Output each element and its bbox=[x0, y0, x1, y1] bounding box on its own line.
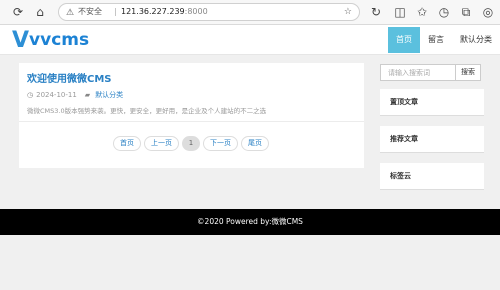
post-meta: ◷ 2024-10-11 ▰ 默认分类 bbox=[27, 90, 123, 100]
url-host: 121.36.227.239 bbox=[121, 7, 185, 16]
url-port: :8000 bbox=[184, 7, 208, 16]
sidebar-section-title: 推荐文章 bbox=[390, 135, 418, 143]
sidebar-section-title: 置顶文章 bbox=[390, 98, 418, 106]
sidebar-search: 搜索 bbox=[380, 64, 481, 81]
nav-item-default-category[interactable]: 默认分类 bbox=[452, 27, 500, 53]
pagination-last[interactable]: 尾页 bbox=[241, 136, 269, 151]
main-nav: 首页 留言 默认分类 bbox=[388, 25, 500, 55]
address-separator: | bbox=[114, 7, 117, 16]
post-title[interactable]: 欢迎使用微微CMS bbox=[27, 70, 112, 85]
logo-v-mark-icon: V bbox=[12, 27, 29, 53]
search-input[interactable] bbox=[380, 64, 456, 81]
post-date: 2024-10-11 bbox=[36, 91, 77, 99]
pagination-prev[interactable]: 上一页 bbox=[144, 136, 179, 151]
logo-text: vvcms bbox=[29, 30, 90, 50]
sidebar-section-title: 标签云 bbox=[390, 172, 411, 180]
article-list-card: 欢迎使用微微CMS ◷ 2024-10-11 ▰ 默认分类 微微CMS3.0版本… bbox=[19, 63, 364, 168]
collections-star-icon[interactable]: ✩ bbox=[414, 4, 430, 20]
post-excerpt: 微微CMS3.0版本强势来袭。更快，更安全，更好用，是企业及个人建站的不二之选 bbox=[27, 107, 267, 115]
home-icon[interactable]: ⌂ bbox=[32, 4, 48, 20]
address-bar[interactable]: ⚠ 不安全 | 121.36.227.239:8000 ☆ bbox=[58, 3, 360, 21]
pagination-first[interactable]: 首页 bbox=[113, 136, 141, 151]
pagination-current[interactable]: 1 bbox=[182, 136, 200, 151]
favorite-star-icon[interactable]: ☆ bbox=[344, 4, 352, 20]
pagination: 首页 上一页 1 下一页 尾页 bbox=[113, 136, 272, 151]
sidebar-section-tag-cloud: 标签云 bbox=[380, 163, 484, 190]
sidebar-section-recommended: 推荐文章 bbox=[380, 126, 484, 153]
sidebar-section-top-posts: 置顶文章 bbox=[380, 89, 484, 116]
divider bbox=[19, 121, 364, 122]
nav-item-home[interactable]: 首页 bbox=[388, 27, 420, 53]
extensions-icon[interactable]: ⧉ bbox=[458, 4, 474, 20]
nav-item-guestbook[interactable]: 留言 bbox=[420, 27, 452, 53]
site-footer: ©2020 Powered by:微微CMS bbox=[0, 209, 500, 235]
split-screen-icon[interactable]: ◫ bbox=[392, 4, 408, 20]
folder-icon: ▰ bbox=[84, 91, 91, 99]
profile-icon[interactable]: ◎ bbox=[480, 4, 496, 20]
site-header: V vvcms 首页 留言 默认分类 bbox=[0, 25, 500, 55]
insecure-label: 不安全 bbox=[78, 7, 102, 16]
refresh-icon[interactable]: ⟳ bbox=[10, 4, 26, 20]
pagination-next[interactable]: 下一页 bbox=[203, 136, 238, 151]
browser-toolbar: ⟳ ⌂ ⚠ 不安全 | 121.36.227.239:8000 ☆ ↻ ◫ ✩ … bbox=[0, 0, 500, 25]
reload-extension-icon[interactable]: ↻ bbox=[368, 4, 384, 20]
site-logo[interactable]: V vvcms bbox=[12, 27, 90, 53]
search-button[interactable]: 搜索 bbox=[455, 64, 481, 81]
clock-icon: ◷ bbox=[27, 91, 34, 99]
post-category[interactable]: 默认分类 bbox=[95, 90, 123, 100]
warning-icon: ⚠ bbox=[66, 8, 75, 18]
history-icon[interactable]: ◷ bbox=[436, 4, 452, 20]
url-text: 121.36.227.239:8000 bbox=[121, 4, 208, 20]
